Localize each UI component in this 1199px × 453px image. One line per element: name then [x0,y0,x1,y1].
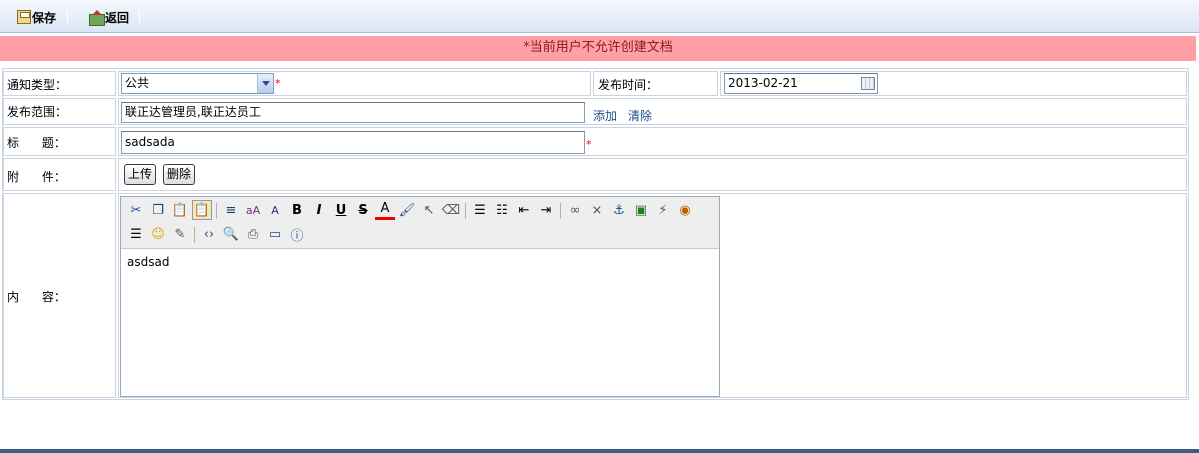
ordered-list-icon[interactable]: ☷ [492,200,512,220]
image-icon[interactable]: ▣ [631,200,651,220]
font-size-icon[interactable]: A [265,200,285,220]
save-icon [17,10,31,24]
publish-time-input[interactable]: 2013-02-21 [724,73,878,94]
print-icon[interactable]: ⎙ [243,224,263,244]
copy-icon[interactable]: ❐ [148,200,168,220]
chevron-down-icon[interactable] [257,74,273,93]
delete-button[interactable]: 删除 [163,164,196,185]
back-button-label: 返回 [105,10,130,25]
horizontal-rule-icon[interactable]: ☰ [126,224,146,244]
paste-icon[interactable]: 📋 [170,200,190,220]
highlight-icon[interactable]: 🖌 [397,200,417,220]
publish-time-value: 2013-02-21 [728,76,798,90]
bold-icon[interactable]: B [287,200,307,220]
back-icon [88,10,105,26]
toolbar-separator [139,9,140,24]
anchor-icon[interactable]: ⚓ [609,200,629,220]
toolbar-separator [194,227,195,243]
back-button[interactable]: 返回 [88,7,129,27]
notice-type-label: 通知类型： [7,78,68,92]
italic-icon[interactable]: I [309,200,329,220]
save-button[interactable]: 保存 [17,7,56,27]
editor-content[interactable]: asdsad [127,255,169,269]
emoticon-icon[interactable]: ☺ [148,224,168,244]
source-icon[interactable]: ‹› [199,224,219,244]
publish-time-value-cell: 2013-02-21 [720,71,1187,96]
toolbar-separator [216,203,217,219]
publish-scope-input[interactable]: 联正达管理员,联正达员工 [121,102,585,123]
upload-button[interactable]: 上传 [124,164,157,185]
notice-type-label-cell: 通知类型： [3,71,116,96]
required-mark: * [275,77,281,90]
bottom-border [0,449,1199,453]
preview-icon[interactable]: 🔍 [221,224,241,244]
outdent-icon[interactable]: ⇤ [514,200,534,220]
attachment-label: 附 件： [7,170,66,184]
flash-icon[interactable]: ⚡ [653,200,673,220]
warning-banner: *当前用户不允许创建文档 [0,36,1196,61]
top-toolbar: 保存 返回 [0,0,1199,33]
text-color-icon[interactable]: A [375,200,395,220]
toolbar-separator [67,9,68,24]
publish-scope-label-cell: 发布范围： [3,98,116,125]
notice-type-value: 公共 [125,76,150,90]
attachment-label-cell: 附 件： [3,158,116,191]
notice-type-value-cell: 公共 * [118,71,591,96]
title-value: sadsada [125,135,175,149]
fullscreen-icon[interactable]: ▭ [265,224,285,244]
unlink-icon[interactable]: ⨯ [587,200,607,220]
cut-icon[interactable]: ✂ [126,200,146,220]
format-block-icon[interactable]: ≡ [221,200,241,220]
spellcheck-icon[interactable]: aA [243,200,263,220]
link-icon[interactable]: ∞ [565,200,585,220]
toolbar-separator [465,203,466,219]
calendar-icon[interactable] [861,77,875,90]
attachment-value-cell: 上传 删除 [118,158,1187,191]
add-scope-link[interactable]: 添加 [593,107,617,124]
content-label: 内 容： [7,290,66,304]
publish-scope-value-cell: 联正达管理员,联正达员工 添加 清除 [118,98,1187,125]
publish-scope-value: 联正达管理员,联正达员工 [125,105,261,119]
clear-scope-link[interactable]: 清除 [628,107,652,124]
title-label: 标 题： [7,136,66,150]
toolbar-separator [560,203,561,219]
rich-text-editor: ✂ ❐ 📋 📋 ≡ aA A B I U S A 🖌 ↖ ⌫ ☰ ☷ ⇤ ⇥ ∞… [120,196,720,397]
required-mark: * [586,138,592,151]
strikethrough-icon[interactable]: S [353,200,373,220]
save-button-label: 保存 [32,10,57,25]
notice-type-select[interactable]: 公共 [121,73,274,94]
select-icon[interactable]: ↖ [419,200,439,220]
publish-time-label: 发布时间： [598,78,659,92]
media-icon[interactable]: ◉ [675,200,695,220]
paste-text-icon[interactable]: 📋 [192,200,212,220]
title-label-cell: 标 题： [3,127,116,156]
publish-scope-label: 发布范围： [7,105,68,119]
edit-icon[interactable]: ✎ [170,224,190,244]
indent-icon[interactable]: ⇥ [536,200,556,220]
publish-time-label-cell: 发布时间： [593,71,718,96]
align-left-icon[interactable]: ☰ [470,200,490,220]
underline-icon[interactable]: U [331,200,351,220]
title-value-cell: sadsada * [118,127,1187,156]
content-label-cell: 内 容： [3,193,116,398]
about-icon[interactable]: ⓘ [287,224,307,244]
eraser-icon[interactable]: ⌫ [441,200,461,220]
title-input[interactable]: sadsada [121,131,585,154]
editor-toolbar: ✂ ❐ 📋 📋 ≡ aA A B I U S A 🖌 ↖ ⌫ ☰ ☷ ⇤ ⇥ ∞… [121,197,719,249]
